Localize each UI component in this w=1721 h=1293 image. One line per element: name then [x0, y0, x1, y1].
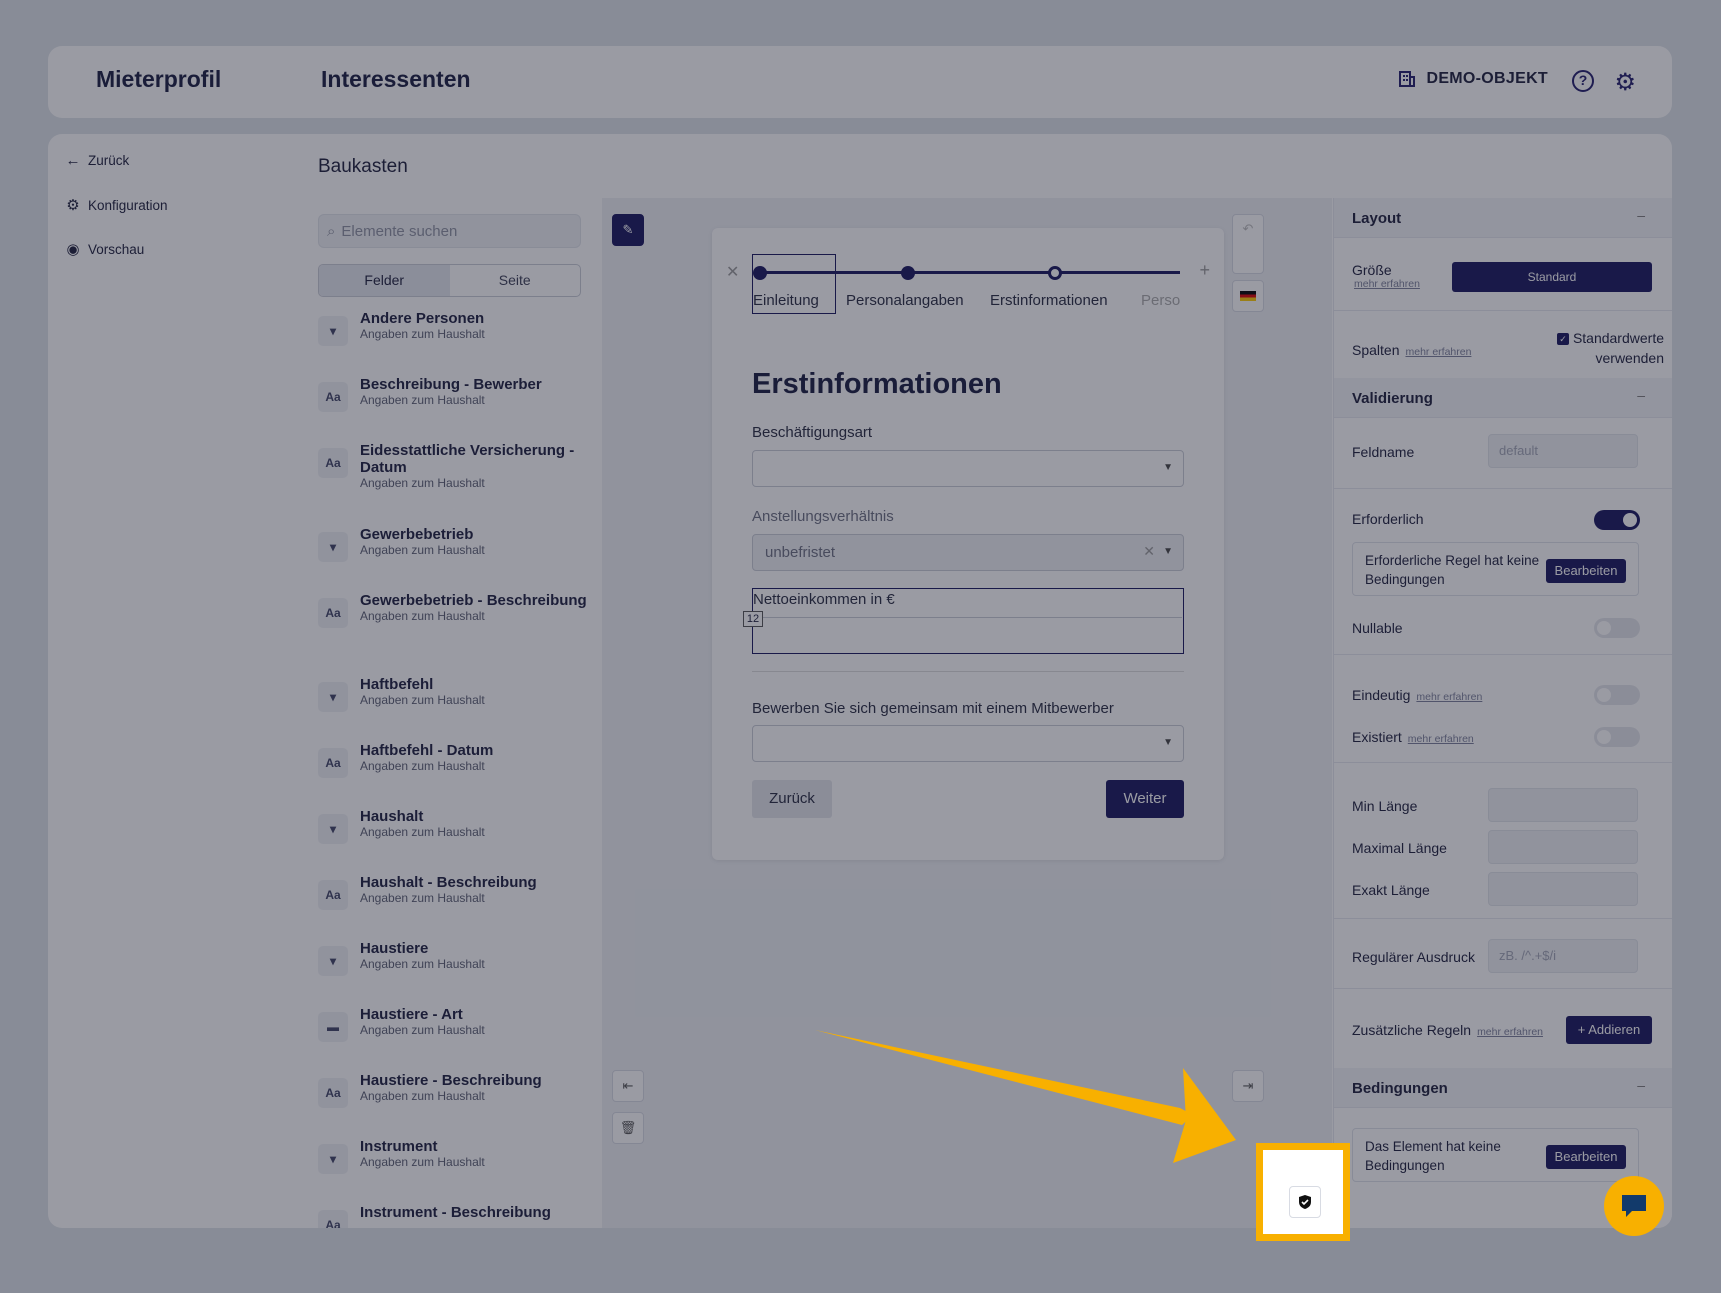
- chat-bubble-icon: [1622, 1195, 1646, 1217]
- chat-launcher[interactable]: [1604, 1176, 1664, 1236]
- pointer-arrow-icon: [815, 1030, 1236, 1163]
